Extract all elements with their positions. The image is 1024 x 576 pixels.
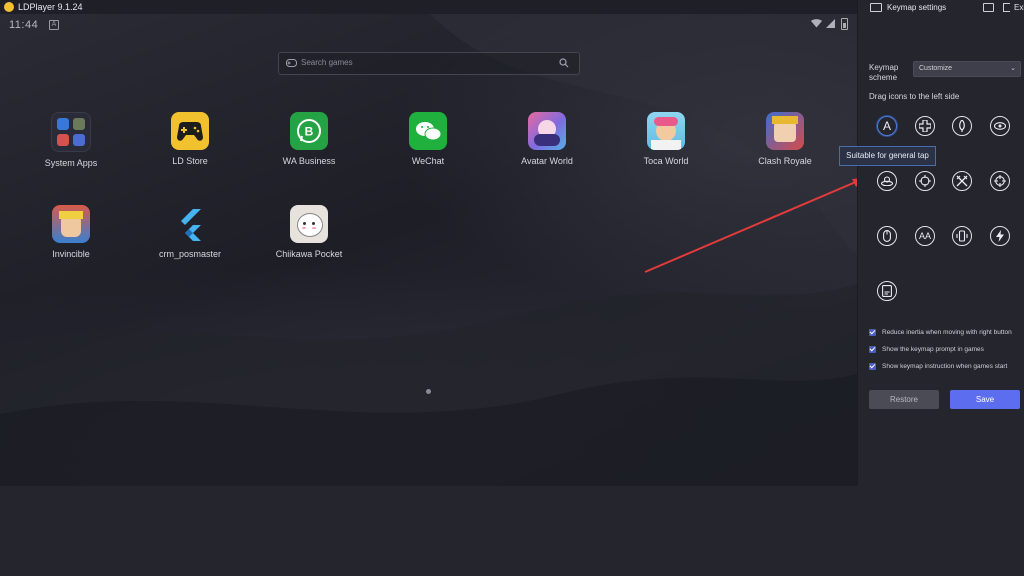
aa-key-label: AA [918, 231, 931, 241]
tap-key-letter: A [882, 119, 891, 133]
app-system-apps[interactable]: System Apps [23, 112, 119, 168]
svg-text:B: B [305, 125, 314, 139]
search-games-input[interactable]: Search games [278, 52, 580, 75]
search-placeholder: Search games [301, 58, 353, 67]
signal-icon [826, 19, 835, 28]
app-wa-business[interactable]: B WA Business [261, 112, 357, 166]
keyboard-icon [870, 3, 882, 12]
aa-text-icon[interactable]: AA [915, 226, 935, 246]
save-button[interactable]: Save [950, 390, 1020, 409]
flutter-icon [171, 205, 209, 243]
dpad-icon[interactable] [915, 116, 935, 136]
emulator-screen[interactable]: 11:44 A Search games System Apps LD Stor… [0, 14, 857, 486]
ld-store-gamepad-icon [171, 112, 209, 150]
app-label: Toca World [643, 156, 689, 166]
macro-script-icon[interactable] [877, 281, 897, 301]
battery-icon [841, 18, 848, 30]
app-label: crm_posmaster [158, 249, 221, 259]
app-label: Clash Royale [758, 156, 812, 166]
restore-button[interactable]: Restore [869, 390, 939, 409]
checkbox-label: Show the keymap prompt in games [882, 346, 984, 353]
crossed-swords-icon[interactable] [952, 171, 972, 191]
search-icon[interactable] [559, 58, 569, 68]
app-ld-store[interactable]: LD Store [142, 112, 238, 166]
folder-icon[interactable] [983, 3, 994, 12]
app-label: WeChat [411, 156, 445, 166]
system-apps-folder-icon [51, 112, 91, 152]
keymap-settings-panel: Keymap settings Exit Keymap scheme Custo… [857, 0, 1024, 486]
wifi-icon [811, 19, 822, 28]
wechat-icon [409, 112, 447, 150]
checkbox-label: Reduce inertia when moving with right bu… [882, 329, 1012, 336]
panel-header: Keymap settings Exit [858, 0, 1024, 14]
app-invincible[interactable]: Invincible [23, 205, 119, 259]
app-clash-royale[interactable]: Clash Royale [737, 112, 833, 166]
app-chiikawa-pocket[interactable]: Chiikawa Pocket [261, 205, 357, 259]
app-label: Avatar World [521, 156, 573, 166]
chevron-down-icon: ⌄ [1010, 65, 1016, 72]
checkbox-checked-icon[interactable] [869, 346, 876, 353]
gamepad-icon [286, 59, 297, 67]
checkbox-checked-icon[interactable] [869, 363, 876, 370]
exit-button[interactable]: Exit [1014, 3, 1024, 12]
app-title: LDPlayer 9.1.24 [18, 2, 83, 12]
eye-view-icon[interactable] [990, 116, 1010, 136]
chiikawa-pocket-icon [290, 205, 328, 243]
app-label: LD Store [172, 156, 208, 166]
app-label: Invincible [52, 249, 90, 259]
panel-title: Keymap settings [887, 3, 947, 12]
app-avatar-world[interactable]: Avatar World [499, 112, 595, 166]
app-label: WA Business [282, 156, 336, 166]
toca-world-icon [647, 112, 685, 150]
ldplayer-logo-icon [4, 2, 14, 12]
tap-key-icon[interactable]: A [877, 116, 897, 136]
mouse-icon[interactable] [877, 226, 897, 246]
app-toca-world[interactable]: Toca World [618, 112, 714, 166]
keymap-scheme-label: Keymap scheme [869, 63, 899, 82]
exit-icon[interactable] [1003, 3, 1010, 12]
whatsapp-business-icon: B [290, 112, 328, 150]
invincible-icon [52, 205, 90, 243]
tooltip: Suitable for general tap [839, 146, 936, 166]
lightning-icon[interactable] [990, 226, 1010, 246]
rotate-view-icon[interactable] [915, 171, 935, 191]
app-wechat[interactable]: WeChat [380, 112, 476, 166]
wallpaper-waves [0, 14, 857, 486]
keymap-scheme-select[interactable]: Customize ⌄ [913, 61, 1021, 77]
scheme-selected-value: Customize [919, 65, 953, 72]
app-label: Chiikawa Pocket [275, 249, 343, 259]
title-bar: LDPlayer 9.1.24 [0, 0, 857, 14]
checkbox-checked-icon[interactable] [869, 329, 876, 336]
avatar-world-icon [528, 112, 566, 150]
drag-hint: Drag icons to the left side [869, 92, 960, 101]
shake-icon[interactable] [952, 226, 972, 246]
status-time: 11:44 [9, 19, 39, 31]
skill-cast-icon[interactable] [952, 116, 972, 136]
joystick-icon[interactable] [877, 171, 897, 191]
clash-royale-icon [766, 112, 804, 150]
bottom-blank-area [0, 486, 1024, 576]
crosshair-icon[interactable] [990, 171, 1010, 191]
notification-a-icon: A [49, 20, 59, 30]
page-indicator-dot [426, 389, 431, 394]
app-crm-posmaster[interactable]: crm_posmaster [142, 205, 238, 259]
checkbox-label: Show keymap instruction when games start [882, 363, 1008, 370]
app-label: System Apps [44, 158, 98, 168]
